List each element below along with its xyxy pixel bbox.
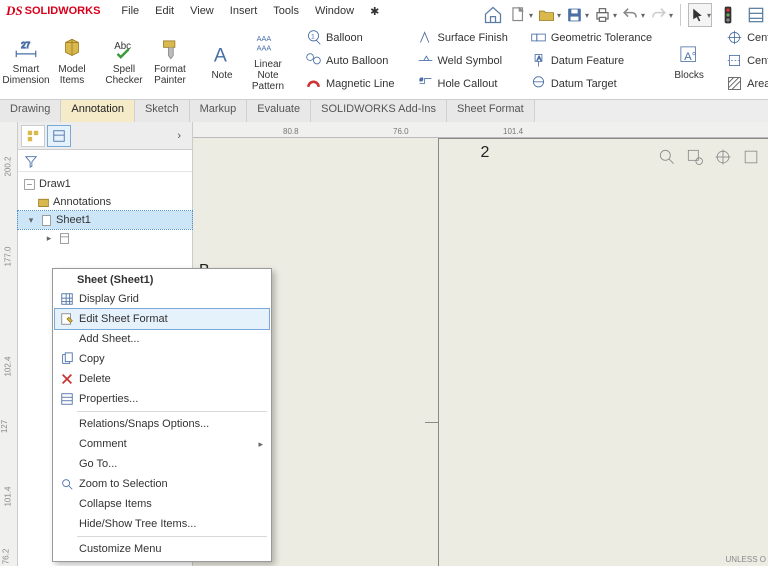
cmd-geometric-tolerance[interactable]: Geometric Tolerance (527, 27, 655, 48)
cmd-hole-callout[interactable]: ⌀Hole Callout (414, 73, 511, 94)
toolbar-divider (680, 4, 681, 26)
sheet-border (438, 138, 768, 566)
annotations-folder-icon (36, 195, 50, 209)
svg-text:AAA: AAA (257, 33, 272, 42)
cmd-magnetic-line[interactable]: Magnetic Line (302, 73, 398, 94)
ctx-display-grid[interactable]: Display Grid (55, 289, 269, 309)
drawing-canvas[interactable]: 80.8 76.0 101.4 2 B UNLESS O (193, 122, 768, 566)
sheet-context-menu: Sheet (Sheet1) Display Grid Edit Sheet F… (52, 268, 272, 562)
tree-sheet-child[interactable]: ▸ (18, 229, 192, 247)
ctx-properties[interactable]: Properties... (55, 389, 269, 409)
ctx-copy[interactable]: Copy (55, 349, 269, 369)
expander-icon[interactable]: ▾ (26, 215, 36, 226)
drawing-icon (22, 177, 36, 191)
cmd-linear-note-pattern[interactable]: AAAAAA LinearNotePattern (246, 25, 290, 96)
cmd-auto-balloon[interactable]: Auto Balloon (302, 50, 398, 71)
tab-addins[interactable]: SOLIDWORKS Add-Ins (311, 100, 447, 122)
options-icon[interactable] (744, 3, 768, 27)
print-icon[interactable]: ▾ (593, 3, 617, 27)
quick-toolbar: ▾ ▾ ▾ ▾ ▾ ▾ ▾ (131, 0, 768, 30)
ctx-go-to[interactable]: Go To... (55, 454, 269, 474)
traffic-light-icon[interactable] (716, 3, 740, 27)
tab-drawing[interactable]: Drawing (0, 100, 61, 122)
svg-text:⌀: ⌀ (419, 77, 423, 83)
ctx-customize-menu[interactable]: Customize Menu (55, 539, 269, 559)
redo-icon[interactable]: ▾ (649, 3, 673, 27)
edit-sheet-icon (59, 311, 75, 327)
copy-icon (59, 351, 75, 367)
cmd-model-items[interactable]: ModelItems (50, 25, 94, 96)
cmd-balloon[interactable]: 1Balloon (302, 27, 398, 48)
app-logo: DS SOLIDWORKS (6, 3, 100, 19)
tree-sheet1[interactable]: ▾ Sheet1 (18, 211, 192, 229)
funnel-icon (24, 154, 38, 168)
zoom-icon (59, 476, 75, 492)
panel-expand-icon[interactable]: › (169, 126, 189, 146)
tree-tab-bar: › (18, 122, 192, 150)
tab-sheet-format[interactable]: Sheet Format (447, 100, 535, 122)
tab-sketch[interactable]: Sketch (135, 100, 190, 122)
save-icon[interactable]: ▾ (565, 3, 589, 27)
horizontal-ruler: 80.8 76.0 101.4 (193, 122, 768, 138)
cmd-smart-dimension[interactable]: 27 SmartDimension (4, 25, 48, 96)
ctx-separator (77, 411, 267, 412)
svg-text:A: A (214, 44, 227, 66)
tab-annotation[interactable]: Annotation (61, 100, 135, 122)
tab-evaluate[interactable]: Evaluate (247, 100, 311, 122)
tree-root[interactable]: Draw1 (18, 175, 192, 193)
grid-icon (59, 291, 75, 307)
ctx-add-sheet[interactable]: Add Sheet... (55, 329, 269, 349)
svg-text:27: 27 (21, 41, 31, 50)
sheet-icon (39, 213, 53, 227)
open-icon[interactable]: ▾ (537, 3, 561, 27)
ctx-edit-sheet-format[interactable]: Edit Sheet Format (55, 309, 269, 329)
cmd-datum-feature[interactable]: ADatum Feature (527, 50, 655, 71)
cmd-center-mark[interactable]: Center Mark (723, 27, 768, 48)
ctx-separator (77, 536, 267, 537)
ribbon-column-surface: Surface Finish Weld Symbol ⌀Hole Callout (410, 25, 515, 96)
svg-text:AAA: AAA (257, 43, 272, 52)
cmd-datum-target[interactable]: Datum Target (527, 73, 655, 94)
ribbon-column-center: Center Mark Centerline Area Hatch/Fill (719, 25, 768, 96)
undo-icon[interactable]: ▾ (621, 3, 645, 27)
tree-filter[interactable] (18, 150, 192, 172)
sheet-format-icon (57, 231, 71, 245)
ctx-relations-snaps[interactable]: Relations/Snaps Options... (55, 414, 269, 434)
ctx-title: Sheet (Sheet1) (55, 271, 269, 289)
ctx-zoom-selection[interactable]: Zoom to Selection (55, 474, 269, 494)
cmd-area-hatch[interactable]: Area Hatch/Fill (723, 73, 768, 94)
titleblock-text: UNLESS O (726, 555, 766, 564)
tree-tab-feature-icon[interactable] (21, 125, 45, 147)
submenu-arrow-icon: ▸ (258, 439, 263, 450)
ctx-delete[interactable]: Delete (55, 369, 269, 389)
svg-text:A: A (537, 56, 542, 63)
tree-tab-property-icon[interactable] (47, 125, 71, 147)
svg-text:A°: A° (684, 50, 696, 62)
cmd-format-painter[interactable]: FormatPainter (148, 25, 192, 96)
cmd-weld-symbol[interactable]: Weld Symbol (414, 50, 511, 71)
cmd-note[interactable]: A Note (200, 25, 244, 96)
svg-text:1: 1 (311, 33, 315, 40)
cmd-spell-checker[interactable]: Abc SpellChecker (102, 25, 146, 96)
delete-icon (59, 371, 75, 387)
ctx-hide-show-tree[interactable]: Hide/Show Tree Items... (55, 514, 269, 534)
ribbon: 27 SmartDimension ModelItems Abc SpellCh… (0, 22, 768, 100)
new-icon[interactable]: ▾ (509, 3, 533, 27)
feature-tree: Draw1 Annotations ▾ Sheet1 ▸ (18, 172, 192, 250)
home-icon[interactable] (481, 3, 505, 27)
cmd-surface-finish[interactable]: Surface Finish (414, 27, 511, 48)
tab-markup[interactable]: Markup (190, 100, 248, 122)
ribbon-column-datum: Geometric Tolerance ADatum Feature Datum… (523, 25, 659, 96)
ctx-comment[interactable]: Comment▸ (55, 434, 269, 454)
ctx-collapse-items[interactable]: Collapse Items (55, 494, 269, 514)
cursor-icon[interactable]: ▾ (688, 3, 712, 27)
expander-icon[interactable]: ▸ (44, 233, 54, 244)
ribbon-tabs: Drawing Annotation Sketch Markup Evaluat… (0, 100, 768, 122)
cmd-blocks[interactable]: A° Blocks (667, 25, 711, 96)
properties-icon (59, 391, 75, 407)
ribbon-column-balloon: 1Balloon Auto Balloon Magnetic Line (298, 25, 402, 96)
tree-annotations[interactable]: Annotations (18, 193, 192, 211)
cmd-centerline[interactable]: Centerline (723, 50, 768, 71)
vertical-ruler: 200.2 177.0 102.4 127 101.4 76.2 (0, 122, 18, 566)
